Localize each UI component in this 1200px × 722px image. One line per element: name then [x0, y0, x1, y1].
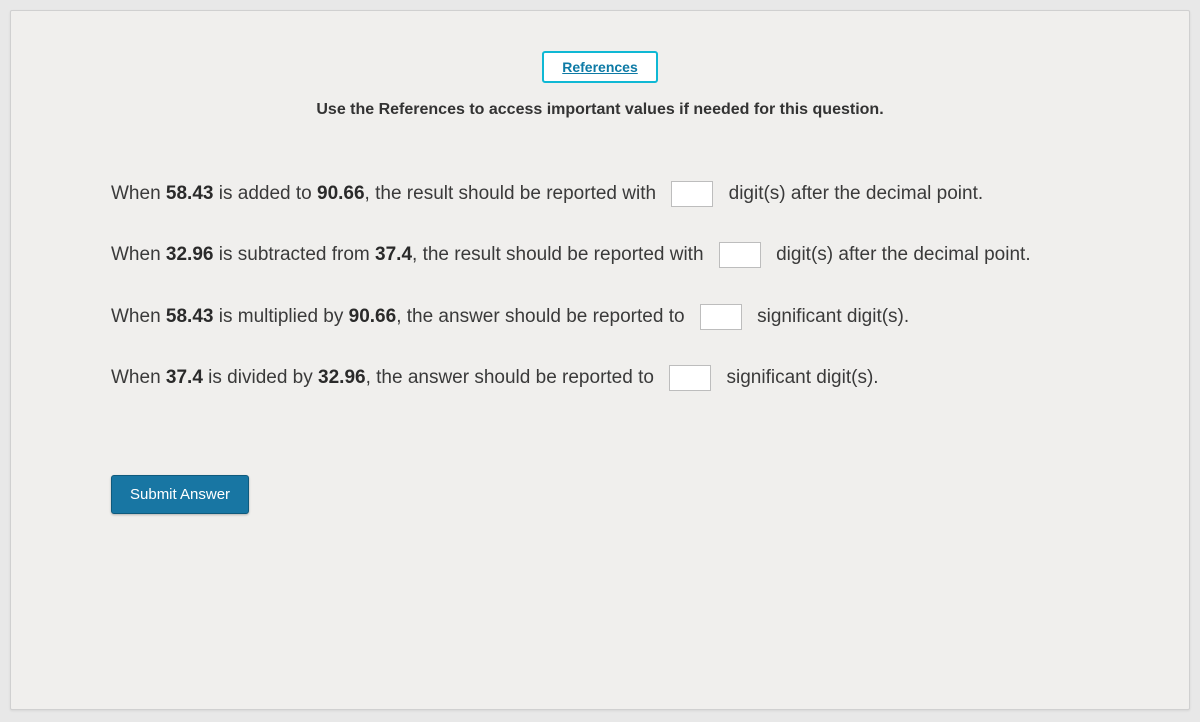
q4-text-post: significant digit(s).: [721, 367, 878, 388]
q4-answer-input[interactable]: [669, 365, 711, 391]
q3-num1: 58.43: [166, 306, 214, 327]
q1-text-post: digit(s) after the decimal point.: [723, 183, 983, 204]
instruction-text: Use the References to access important v…: [11, 101, 1189, 119]
header-section: References Use the References to access …: [11, 11, 1189, 119]
q4-text-mid1: is divided by: [203, 367, 318, 388]
q3-text-mid1: is multiplied by: [213, 306, 348, 327]
q4-num1: 37.4: [166, 367, 203, 388]
q1-num1: 58.43: [166, 183, 214, 204]
q3-text-mid2: , the answer should be reported to: [396, 306, 690, 327]
q1-text-mid1: is added to: [213, 183, 317, 204]
question-2: When 32.96 is subtracted from 37.4, the …: [111, 240, 1089, 269]
q3-num2: 90.66: [349, 306, 397, 327]
references-button[interactable]: References: [542, 51, 658, 83]
q4-text-pre: When: [111, 367, 166, 388]
q3-text-post: significant digit(s).: [752, 306, 909, 327]
q4-text-mid2: , the answer should be reported to: [366, 367, 660, 388]
q2-text-post: digit(s) after the decimal point.: [771, 244, 1031, 265]
q2-text-mid2: , the result should be reported with: [412, 244, 709, 265]
q3-answer-input[interactable]: [700, 304, 742, 330]
q2-num1: 32.96: [166, 244, 214, 265]
q2-text-pre: When: [111, 244, 166, 265]
q1-text-mid2: , the result should be reported with: [365, 183, 662, 204]
question-3: When 58.43 is multiplied by 90.66, the a…: [111, 302, 1089, 331]
submit-answer-button[interactable]: Submit Answer: [111, 475, 249, 514]
question-1: When 58.43 is added to 90.66, the result…: [111, 179, 1089, 208]
q1-answer-input[interactable]: [671, 181, 713, 207]
q1-text-pre: When: [111, 183, 166, 204]
questions-body: When 58.43 is added to 90.66, the result…: [11, 119, 1189, 455]
q3-text-pre: When: [111, 306, 166, 327]
q2-answer-input[interactable]: [719, 242, 761, 268]
q4-num2: 32.96: [318, 367, 366, 388]
q2-num2: 37.4: [375, 244, 412, 265]
question-4: When 37.4 is divided by 32.96, the answe…: [111, 363, 1089, 392]
q1-num2: 90.66: [317, 183, 365, 204]
q2-text-mid1: is subtracted from: [213, 244, 375, 265]
question-panel: References Use the References to access …: [10, 10, 1190, 710]
